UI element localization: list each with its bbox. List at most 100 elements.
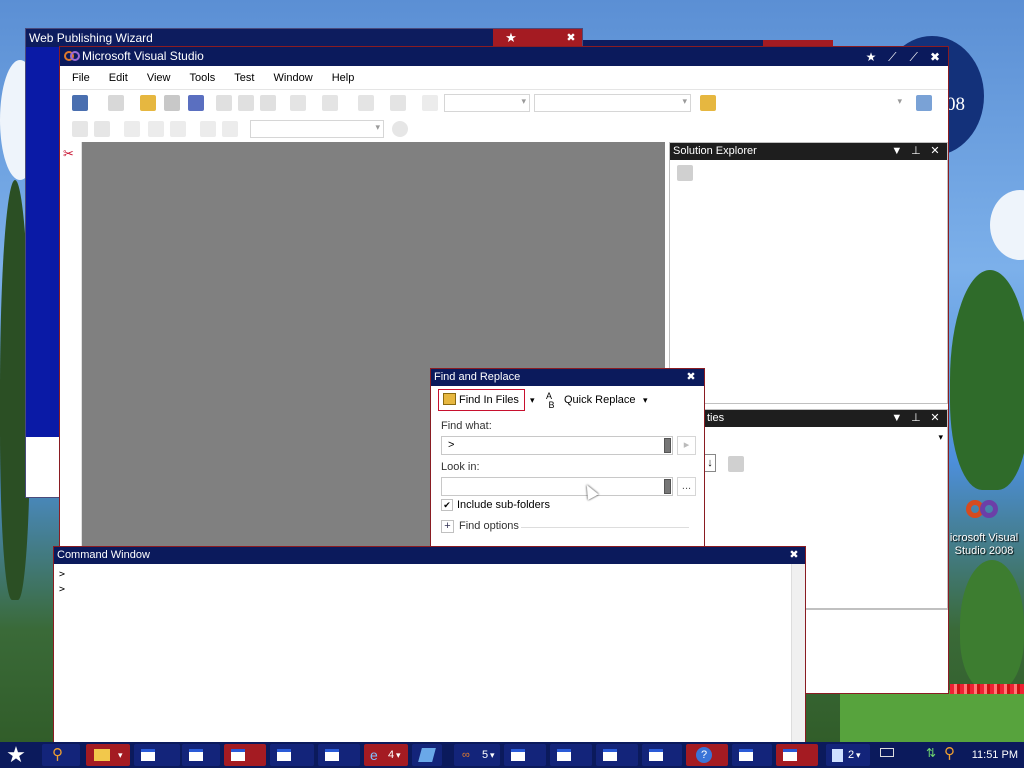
copy-icon[interactable] — [238, 95, 254, 111]
wpw-titlebar[interactable]: Web Publishing Wizard ★ ✖ — [26, 29, 582, 47]
dropdown-grip[interactable] — [664, 438, 671, 453]
save-icon[interactable] — [164, 95, 180, 111]
save-all-icon[interactable] — [188, 95, 204, 111]
chevron-down-icon[interactable]: ▾ — [643, 389, 648, 411]
close-icon[interactable]: ✕ — [927, 143, 943, 160]
properties-icon[interactable] — [677, 165, 693, 181]
menu-edit[interactable]: Edit — [101, 66, 136, 90]
find-in-files-icon[interactable] — [700, 95, 716, 111]
menu-tools[interactable]: Tools — [182, 66, 224, 90]
vs-titlebar[interactable]: Microsoft Visual Studio ★ ⟋ ⟋ ✖ — [60, 47, 948, 66]
search-icon[interactable]: ⚲ — [944, 744, 955, 762]
regex-builder-icon[interactable]: ▸ — [677, 436, 696, 455]
toolbar-icon[interactable] — [392, 121, 408, 137]
network-icon[interactable]: ⇅ — [926, 746, 936, 760]
menu-view[interactable]: View — [139, 66, 179, 90]
decrease-indent-icon[interactable] — [148, 121, 164, 137]
ie-group-button[interactable]: e 4 ▾ — [364, 744, 408, 766]
start-button[interactable]: ★ — [2, 743, 30, 767]
increase-indent-icon[interactable] — [170, 121, 186, 137]
close-icon[interactable]: ✖ — [684, 370, 698, 384]
taskbar-app-button[interactable] — [412, 744, 442, 766]
desktop-icon-visual-studio[interactable]: icrosoft Visual Studio 2008 — [944, 496, 1024, 558]
pin-icon[interactable]: ⊥ — [908, 410, 924, 427]
find-combo[interactable] — [720, 94, 906, 112]
close-icon[interactable]: ✖ — [787, 548, 801, 562]
menu-window[interactable]: Window — [266, 66, 321, 90]
cut-icon[interactable] — [216, 95, 232, 111]
new-project-icon[interactable] — [72, 95, 88, 111]
navigate-forward-icon[interactable] — [390, 95, 406, 111]
add-item-icon[interactable] — [108, 95, 124, 111]
undo-icon[interactable] — [290, 95, 306, 111]
taskbar-window-button[interactable] — [318, 744, 360, 766]
keyboard-icon[interactable] — [880, 748, 894, 757]
ie-group-count: 4 — [388, 749, 395, 761]
quick-replace-tab[interactable]: A B Quick Replace — [544, 389, 654, 411]
clock[interactable]: 11:51 PM — [972, 742, 1018, 768]
minimize-icon[interactable]: ⟋ — [883, 48, 901, 66]
taskbar-window-button[interactable] — [270, 744, 314, 766]
open-file-icon[interactable] — [140, 95, 156, 111]
taskbar-window-button[interactable] — [182, 744, 220, 766]
find-what-input[interactable]: > — [441, 436, 673, 455]
object-combo-chevron-icon[interactable]: ▾ — [938, 432, 943, 443]
toolbar-icon[interactable] — [72, 121, 88, 137]
checkmark-icon[interactable]: ✔ — [441, 499, 453, 511]
menu-test[interactable]: Test — [226, 66, 262, 90]
find-options-expander[interactable]: + Find options — [441, 520, 519, 533]
navigate-backward-icon[interactable] — [358, 95, 374, 111]
taskbar-window-button[interactable] — [504, 744, 546, 766]
star-icon[interactable]: ★ — [504, 31, 518, 45]
restore-icon[interactable]: ⟋ — [905, 48, 923, 66]
menu-help[interactable]: Help — [324, 66, 363, 90]
toolbar-icon[interactable] — [94, 121, 110, 137]
document-group-button[interactable]: 2 ▾ — [826, 744, 870, 766]
folder-group-button[interactable]: ▾ — [86, 744, 130, 766]
find-replace-titlebar[interactable]: Find and Replace ✖ — [431, 369, 704, 386]
command-window-titlebar[interactable]: Command Window ✖ — [54, 547, 805, 564]
find-and-replace-window[interactable]: Find and Replace ✖ Find In Files ▾ A B Q… — [430, 368, 705, 548]
chevron-down-icon[interactable]: ▼ — [889, 410, 905, 427]
taskbar-window-button[interactable] — [550, 744, 592, 766]
taskbar-window-button[interactable] — [224, 744, 266, 766]
comment-icon[interactable] — [200, 121, 216, 137]
menu-file[interactable]: File — [60, 66, 98, 90]
taskbar-window-button[interactable] — [732, 744, 772, 766]
property-pages-icon[interactable] — [728, 456, 744, 472]
toolbox-icon[interactable]: ✂ — [63, 146, 79, 162]
start-debugging-icon[interactable] — [422, 95, 438, 111]
find-in-files-tab[interactable]: Find In Files — [438, 389, 525, 411]
star-icon[interactable]: ★ — [862, 48, 880, 66]
command-window[interactable]: Command Window ✖ > > — [53, 546, 806, 746]
include-subfolders-checkbox[interactable]: ✔ Include sub-folders — [441, 499, 550, 511]
dropdown-grip[interactable] — [664, 479, 671, 494]
uncomment-icon[interactable] — [222, 121, 238, 137]
help-button[interactable]: ? — [686, 744, 728, 766]
paste-icon[interactable] — [260, 95, 276, 111]
scrollbar[interactable] — [791, 564, 805, 745]
pin-icon[interactable]: ⊥ — [908, 143, 924, 160]
chevron-down-icon[interactable]: ▾ — [530, 389, 535, 411]
taskbar-window-button[interactable] — [776, 744, 818, 766]
plus-icon[interactable]: + — [441, 520, 454, 533]
toolbar-combo[interactable] — [250, 120, 384, 138]
vs-group-button[interactable]: ∞ 5 ▾ — [454, 744, 500, 766]
close-icon[interactable]: ✕ — [927, 410, 943, 427]
taskbar-window-button[interactable] — [642, 744, 682, 766]
object-browser-icon[interactable] — [916, 95, 932, 111]
browse-button[interactable]: ... — [677, 477, 696, 496]
taskbar-window-button[interactable] — [596, 744, 638, 766]
sort-icon[interactable]: ↓ — [704, 454, 716, 472]
look-in-input[interactable] — [441, 477, 673, 496]
solution-configurations-combo[interactable] — [444, 94, 530, 112]
close-icon[interactable]: ✖ — [564, 31, 578, 45]
taskbar-window-button[interactable] — [134, 744, 180, 766]
command-input-area[interactable]: > > — [54, 564, 791, 745]
redo-icon[interactable] — [322, 95, 338, 111]
close-icon[interactable]: ✖ — [926, 48, 944, 66]
chevron-down-icon[interactable]: ▼ — [889, 143, 905, 160]
toolbar-icon[interactable] — [124, 121, 140, 137]
search-icon[interactable]: ⚲ — [42, 744, 80, 766]
solution-platforms-combo[interactable] — [534, 94, 691, 112]
